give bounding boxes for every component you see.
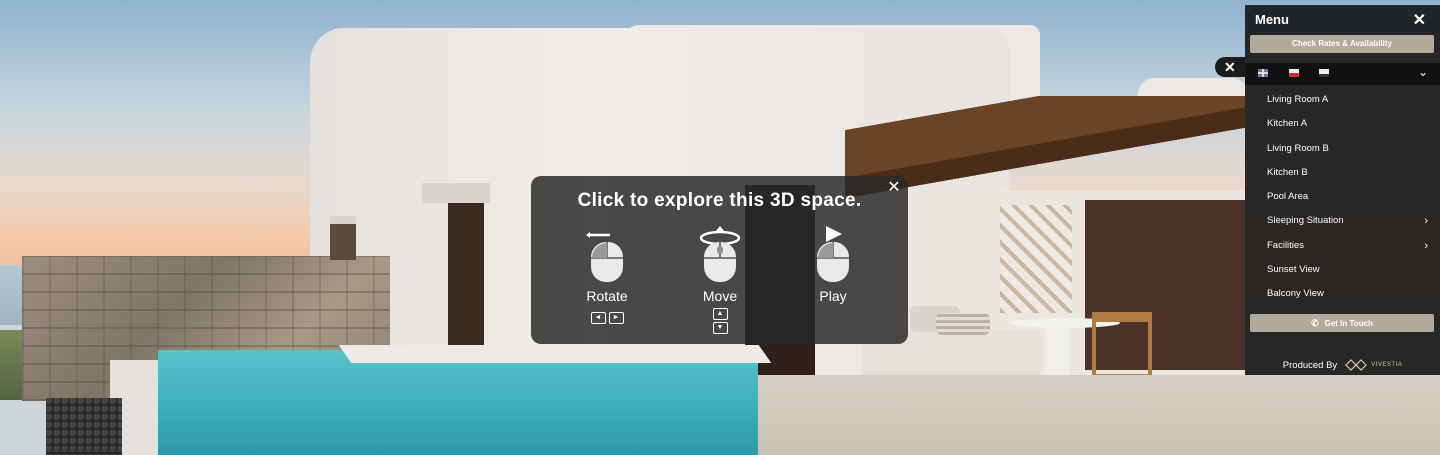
play-label: Play [819,288,847,304]
get-in-touch-label: Get In Touch [1324,319,1373,328]
chevron-down-icon[interactable]: ⌄ [1418,65,1428,79]
up-arrow-key: ▲ [712,308,728,320]
down-arrow-key: ▼ [712,322,728,334]
rotate-keys: ◄ ► [562,312,652,324]
vivestia-logo[interactable]: VIVESTIA [1345,359,1402,371]
flag-icon[interactable] [1319,69,1329,77]
explore-instructions-panel[interactable]: ✕ Click to explore this 3D space. Rotate… [531,176,908,344]
menu-item-kitchen-a[interactable]: Kitchen A [1245,112,1440,136]
menu-collapse-button[interactable]: ✕ [1215,57,1245,77]
menu-item-label: Pool Area [1267,191,1309,203]
doorway-left [448,203,484,350]
wooden-chair [1092,312,1152,378]
mouse-rotate-icon [586,232,623,282]
menu-item-sunset-view[interactable]: Sunset View [1245,258,1440,282]
door-lintel [422,183,490,203]
mouse-play-icon [817,226,849,282]
menu-item-label: Sunset View [1267,264,1320,276]
menu-item-balcony-view[interactable]: Balcony View [1245,282,1440,306]
produced-by-label: Produced By [1282,359,1338,371]
chevron-right-icon: › [1424,215,1428,228]
menu-title: Menu [1255,12,1289,27]
menu-item-label: Kitchen A [1267,118,1308,130]
chevron-right-icon: › [1424,239,1428,252]
window [330,216,356,260]
brand-name: VIVESTIA [1371,362,1403,368]
menu-item-pool-area[interactable]: Pool Area [1245,185,1440,209]
menu-item-label: Balcony View [1267,288,1324,300]
menu-item-living-room-a[interactable]: Living Room A [1245,88,1440,112]
get-in-touch-button[interactable]: ✆ Get In Touch [1250,314,1434,332]
diamond-logo-icon [1345,359,1368,371]
explore-title: Click to explore this 3D space. [577,190,862,211]
menu-item-sleeping-situation[interactable]: Sleeping Situation › [1245,209,1440,233]
striped-cushion [936,313,990,335]
pool-edge [338,345,772,363]
play-control: Play [788,226,878,304]
other-flag-icon[interactable] [1289,69,1299,77]
tour-viewport[interactable]: ✕ Click to explore this 3D space. Rotate… [0,0,1440,455]
menu-item-living-room-b[interactable]: Living Room B [1245,137,1440,161]
menu-item-label: Kitchen B [1267,166,1308,178]
menu-item-label: Living Room B [1267,142,1329,154]
right-arrow-key: ► [608,312,624,324]
menu-list: Living Room A Kitchen A Living Room B Ki… [1245,88,1440,307]
menu-header: Menu ✕ [1245,5,1440,33]
menu-item-kitchen-b[interactable]: Kitchen B [1245,161,1440,185]
mouse-move-icon [699,226,741,282]
english-flag-icon[interactable] [1258,69,1268,77]
menu-item-label: Sleeping Situation [1267,215,1344,227]
move-control: Move ▲ ▼ [675,226,765,334]
produced-by-footer: Produced By VIVESTIA [1245,355,1440,375]
lattice-screen [1000,205,1072,313]
pool [158,350,758,455]
move-keys: ▲ ▼ [675,308,765,334]
pebble-bed [46,398,122,455]
phone-icon: ✆ [1311,318,1319,328]
menu-item-facilities[interactable]: Facilities › [1245,234,1440,258]
menu-item-label: Facilities [1267,239,1304,251]
tour-menu: Menu ✕ Check Rates & Availability ⌄ Livi… [1245,5,1440,375]
rotate-label: Rotate [586,288,628,304]
check-rates-button[interactable]: Check Rates & Availability [1250,35,1434,53]
left-arrow-key: ◄ [590,312,606,324]
move-label: Move [702,288,738,304]
language-selector[interactable]: ⌄ [1245,63,1440,85]
menu-item-label: Living Room A [1267,94,1329,105]
stone-deck [705,375,1440,455]
rotate-control: Rotate ◄ ► [562,226,652,324]
close-icon[interactable]: ✕ [1413,10,1426,30]
